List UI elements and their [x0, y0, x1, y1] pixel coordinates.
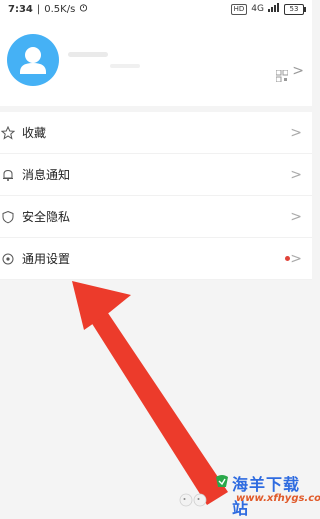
avatar[interactable] — [7, 34, 59, 86]
menu-item-label: 收藏 — [22, 126, 47, 140]
arrow-head — [72, 281, 131, 330]
profile-subtitle-placeholder — [110, 64, 140, 68]
watermark-url: www.xfhygs.com — [236, 493, 320, 504]
status-right: HD 4G 53 — [230, 3, 306, 15]
menu-item-privacy[interactable]: 安全隐私 > — [0, 196, 312, 238]
chevron-right-icon: > — [290, 124, 302, 141]
menu-item-label: 安全隐私 — [22, 210, 71, 224]
signal-label: 4G — [251, 4, 264, 14]
shield-icon — [0, 209, 16, 225]
notification-dot — [285, 256, 290, 261]
status-speed: 0.5K/s — [44, 3, 76, 15]
alarm-icon — [79, 3, 88, 15]
status-bar: 7:34 | 0.5K/s HD 4G 53 — [0, 0, 312, 20]
bell-icon — [0, 167, 16, 183]
menu-item-label: 通用设置 — [22, 252, 71, 266]
chevron-right-icon: > — [290, 166, 302, 183]
settings-menu: 收藏 > 消息通知 > 安全隐私 > 通用设置 > — [0, 112, 312, 280]
menu-item-favorites[interactable]: 收藏 > — [0, 112, 312, 154]
chevron-right-icon: > — [290, 208, 302, 225]
hd-badge: HD — [230, 3, 248, 15]
profile-name-placeholder — [68, 52, 108, 57]
settings-icon — [0, 251, 16, 267]
status-time: 7:34 — [8, 3, 33, 15]
battery-indicator: 53 — [284, 3, 306, 15]
menu-item-general-settings[interactable]: 通用设置 > — [0, 238, 312, 280]
user-avatar-icon — [20, 47, 46, 74]
status-left: 7:34 | 0.5K/s — [8, 3, 88, 15]
profile-chevron-icon: > — [292, 63, 304, 79]
status-separator: | — [36, 3, 41, 15]
ghost-icon — [178, 491, 208, 509]
menu-item-notifications[interactable]: 消息通知 > — [0, 154, 312, 196]
menu-item-label: 消息通知 — [22, 168, 71, 182]
star-icon — [0, 125, 16, 141]
signal-icon — [268, 3, 280, 15]
qr-code-icon[interactable] — [275, 67, 289, 83]
chevron-right-icon: > — [290, 250, 302, 267]
watermark: 海羊下载站 www.xfhygs.com — [172, 469, 320, 518]
site-logo-icon — [214, 473, 230, 489]
profile-card[interactable]: > — [0, 20, 312, 106]
